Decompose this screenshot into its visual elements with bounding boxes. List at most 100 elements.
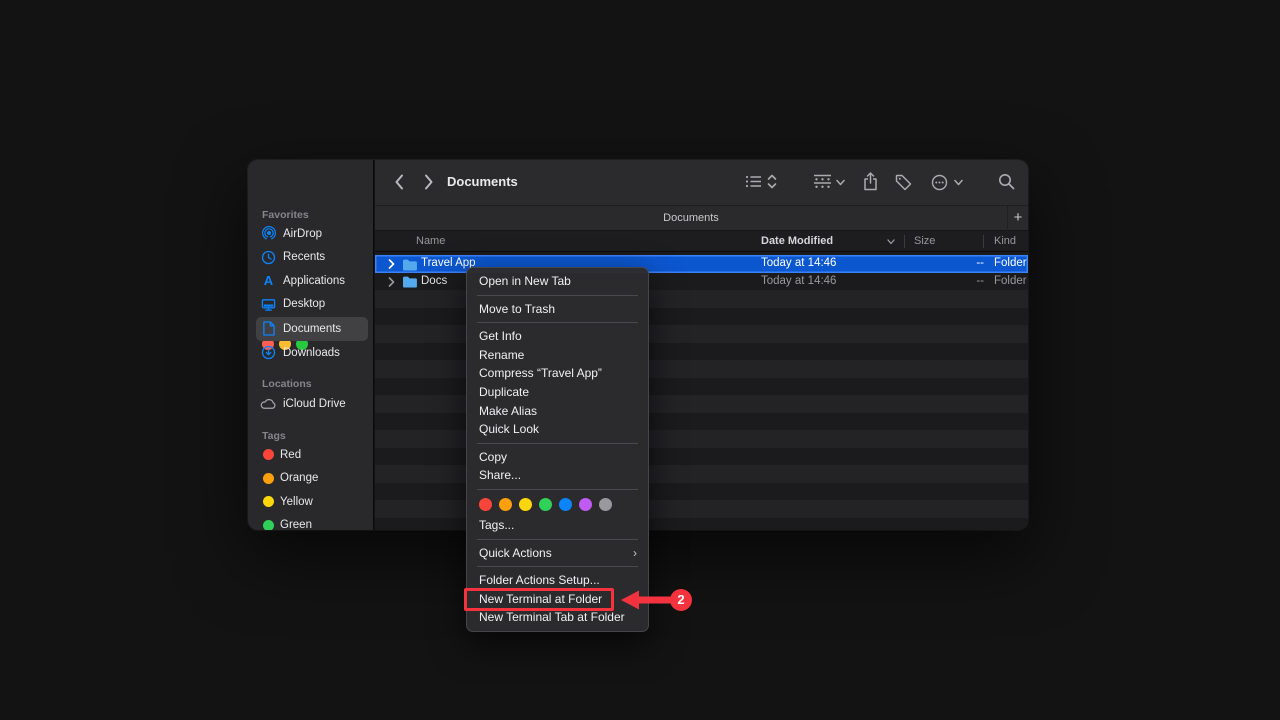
tag-icon[interactable] (895, 174, 912, 191)
sidebar-item-downloads[interactable]: Downloads (252, 341, 370, 365)
annotation-step-badge: 2 (670, 589, 692, 611)
sidebar-item-applications[interactable]: A Applications (252, 269, 370, 293)
search-icon[interactable] (998, 173, 1015, 190)
sidebar-item-desktop[interactable]: Desktop (252, 293, 370, 317)
context-menu: Open in New Tab Move to Trash Get Info R… (466, 267, 649, 632)
menu-separator (477, 443, 638, 444)
blue-tag-swatch[interactable] (559, 498, 572, 511)
sidebar-section-favorites: Favorites (262, 209, 309, 221)
menu-item-compress[interactable]: Compress “Travel App” (467, 364, 648, 383)
folder-icon (402, 258, 417, 271)
file-kind: Folder (994, 255, 1027, 273)
desktop-background: Favorites AirDrop Recents A Applications (0, 0, 1280, 720)
gray-tag-swatch[interactable] (599, 498, 612, 511)
sidebar-item-label: Red (280, 449, 301, 461)
menu-item-make-alias[interactable]: Make Alias (467, 402, 648, 421)
sidebar-item-airdrop[interactable]: AirDrop (252, 222, 370, 246)
file-date-modified: Today at 14:46 (761, 273, 836, 291)
submenu-chevron-icon: › (633, 544, 637, 563)
sidebar-item-label: Downloads (283, 347, 340, 359)
column-header-kind[interactable]: Kind (994, 231, 1016, 252)
new-tab-button[interactable]: + (1007, 206, 1028, 231)
finder-toolbar: Documents (375, 160, 1028, 205)
menu-item-copy[interactable]: Copy (467, 448, 648, 467)
menu-separator (477, 489, 638, 490)
menu-item-label: Quick Actions (479, 546, 552, 560)
file-date-modified: Today at 14:46 (761, 255, 836, 273)
sidebar-item-label: iCloud Drive (283, 398, 346, 410)
sidebar-item-label: Green (280, 519, 312, 530)
menu-item-get-info[interactable]: Get Info (467, 327, 648, 346)
sidebar-item-label: Orange (280, 472, 318, 484)
file-kind: Folder (994, 273, 1027, 291)
view-toggle-chevrons-icon[interactable] (767, 173, 777, 190)
purple-tag-swatch[interactable] (579, 498, 592, 511)
menu-item-quick-actions[interactable]: Quick Actions › (467, 544, 648, 563)
sidebar-item-documents[interactable]: Documents (256, 317, 368, 341)
tab-documents[interactable]: Documents (375, 206, 1007, 231)
green-tag-swatch[interactable] (539, 498, 552, 511)
menu-tag-color-row (467, 494, 648, 516)
menu-separator (477, 322, 638, 323)
menu-item-duplicate[interactable]: Duplicate (467, 383, 648, 402)
orange-tag-swatch[interactable] (499, 498, 512, 511)
sidebar-item-label: Recents (283, 251, 325, 263)
column-header-row: Name Date Modified Size Kind (375, 231, 1028, 252)
disclosure-chevron-icon[interactable] (388, 259, 396, 269)
menu-separator (477, 566, 638, 567)
red-tag-icon (263, 449, 274, 460)
menu-item-share[interactable]: Share... (467, 466, 648, 485)
menu-separator (477, 539, 638, 540)
forward-button[interactable] (423, 173, 437, 192)
tab-bar: Documents + (375, 205, 1028, 231)
yellow-tag-icon (263, 496, 274, 507)
sort-chevron-icon[interactable] (887, 239, 895, 245)
sidebar-item-label: Desktop (283, 298, 325, 310)
orange-tag-icon (263, 473, 274, 484)
downloads-icon (260, 344, 277, 361)
sidebar-section-locations: Locations (262, 378, 312, 390)
yellow-tag-swatch[interactable] (519, 498, 532, 511)
document-icon (260, 320, 277, 337)
sidebar-item-label: Yellow (280, 496, 313, 508)
sidebar-item-recents[interactable]: Recents (252, 246, 370, 270)
column-divider[interactable] (983, 235, 984, 248)
list-view-icon[interactable] (745, 174, 762, 189)
disclosure-chevron-icon[interactable] (388, 277, 396, 287)
sidebar-item-tag-red[interactable]: Red (252, 443, 370, 467)
sidebar-item-label: AirDrop (283, 228, 322, 240)
menu-item-open-in-new-tab[interactable]: Open in New Tab (467, 272, 648, 291)
column-divider[interactable] (904, 235, 905, 248)
back-button[interactable] (393, 173, 407, 192)
file-size: -- (924, 273, 984, 291)
sidebar-item-tag-yellow[interactable]: Yellow (252, 490, 370, 514)
cloud-icon (260, 395, 277, 412)
sidebar-item-label: Documents (283, 323, 341, 335)
file-size: -- (924, 255, 984, 273)
sidebar-item-label: Applications (283, 275, 345, 287)
menu-item-tags[interactable]: Tags... (467, 516, 648, 535)
sidebar-item-tag-orange[interactable]: Orange (252, 467, 370, 491)
annotation-highlight-box (464, 588, 614, 611)
sidebar-section-tags: Tags (262, 430, 286, 442)
column-header-size[interactable]: Size (914, 231, 935, 252)
menu-item-rename[interactable]: Rename (467, 346, 648, 365)
group-by-icon[interactable] (813, 174, 832, 190)
folder-icon (402, 275, 417, 288)
file-name: Docs (421, 273, 447, 291)
menu-separator (477, 295, 638, 296)
column-header-name[interactable]: Name (416, 231, 445, 252)
menu-item-quick-look[interactable]: Quick Look (467, 420, 648, 439)
sidebar-item-tag-green[interactable]: Green (252, 514, 370, 531)
airdrop-icon (260, 225, 277, 242)
column-header-date-modified[interactable]: Date Modified (761, 231, 833, 252)
menu-item-move-to-trash[interactable]: Move to Trash (467, 300, 648, 319)
red-tag-swatch[interactable] (479, 498, 492, 511)
more-options-icon[interactable] (931, 174, 948, 191)
sidebar-item-icloud-drive[interactable]: iCloud Drive (252, 392, 370, 416)
chevron-down-icon[interactable] (836, 179, 845, 186)
share-icon[interactable] (863, 172, 878, 191)
desktop-icon (260, 296, 277, 313)
chevron-down-icon[interactable] (954, 179, 963, 186)
annotation-arrow-icon (618, 587, 674, 613)
